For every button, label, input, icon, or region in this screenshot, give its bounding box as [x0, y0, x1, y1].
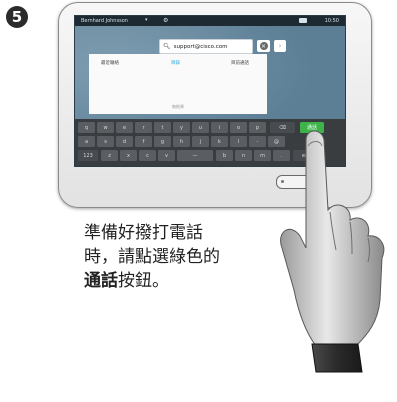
pointing-hand-illustration — [280, 130, 385, 373]
